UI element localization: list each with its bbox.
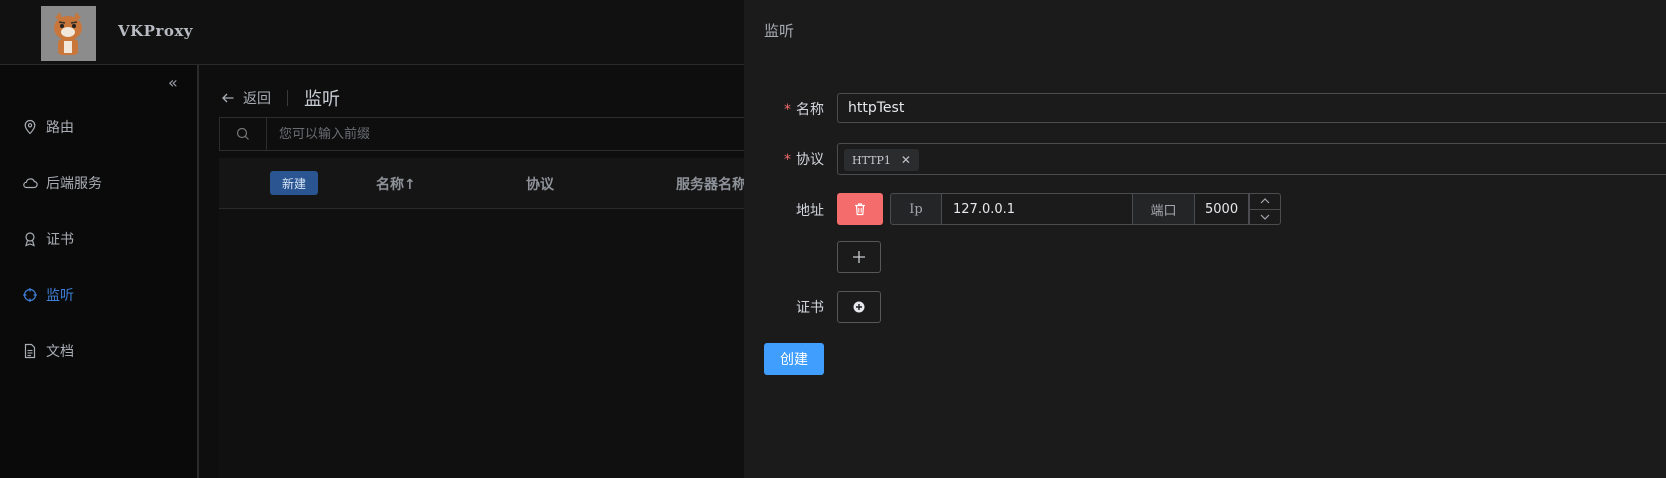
page-header: 返回 监听 xyxy=(221,85,340,111)
add-address-button[interactable] xyxy=(837,241,881,273)
address-label: 地址 xyxy=(796,203,824,219)
app-brand: VKProxy xyxy=(118,22,194,40)
sidebar-item-label: 路由 xyxy=(46,120,74,136)
search-input[interactable] xyxy=(277,125,731,143)
column-header-name[interactable]: 名称↑ xyxy=(376,174,416,194)
protocol-select[interactable]: HTTP1 ✕ xyxy=(837,143,1666,175)
arrow-left-icon xyxy=(222,93,234,103)
sidebar-item-label: 证书 xyxy=(46,232,74,248)
back-link[interactable]: 返回 xyxy=(221,88,271,108)
protocol-label: * 协议 xyxy=(784,152,824,168)
address-input-group: Ip 127.0.0.1 端口 5000 xyxy=(890,193,1281,225)
required-mark: * xyxy=(784,102,791,118)
location-icon xyxy=(24,119,36,135)
port-stepper xyxy=(1249,193,1281,225)
add-certificate-button[interactable] xyxy=(837,291,881,323)
sidebar-item-label: 监听 xyxy=(46,288,74,304)
sidebar-item-listen[interactable]: 监听 xyxy=(22,283,74,307)
listener-drawer: 监听 * 名称 httpTest * 协议 HTTP1 ✕ 地址 Ip 127.0.… xyxy=(744,0,1666,478)
ip-input[interactable]: 127.0.0.1 xyxy=(942,193,1133,225)
header-divider xyxy=(287,90,288,106)
certificate-icon xyxy=(25,232,35,247)
table-body xyxy=(219,209,779,478)
app-logo xyxy=(41,6,96,61)
search-bar xyxy=(219,117,781,151)
sidebar-item-route[interactable]: 路由 xyxy=(22,115,74,139)
sidebar: « 路由 后端服务 证书 监听 文档 xyxy=(0,65,199,478)
sidebar-item-label: 后端服务 xyxy=(46,176,102,192)
sidebar-item-label: 文档 xyxy=(46,344,74,360)
port-addon: 端口 xyxy=(1133,193,1195,225)
delete-address-button[interactable] xyxy=(837,193,883,225)
drawer-title: 监听 xyxy=(764,22,795,40)
name-label: * 名称 xyxy=(784,102,824,118)
sidebar-item-docs[interactable]: 文档 xyxy=(22,339,74,363)
cloud-icon xyxy=(23,178,38,189)
increase-port-icon[interactable] xyxy=(1250,194,1280,210)
sidebar-item-certificate[interactable]: 证书 xyxy=(22,227,74,251)
circle-plus-icon xyxy=(853,301,865,313)
trash-icon xyxy=(855,203,865,216)
cert-label: 证书 xyxy=(796,300,824,316)
protocol-tag: HTTP1 ✕ xyxy=(844,149,919,171)
remove-tag-icon[interactable]: ✕ xyxy=(901,153,911,167)
required-mark: * xyxy=(784,152,791,168)
plus-icon xyxy=(853,251,865,263)
table-header: 新建 名称↑ 协议 服务器名称 xyxy=(219,158,779,209)
column-header-protocol: 协议 xyxy=(526,177,554,193)
collapse-sidebar-icon[interactable]: « xyxy=(168,73,178,92)
column-header-server-name: 服务器名称 xyxy=(676,177,746,193)
search-icon[interactable] xyxy=(220,118,267,150)
document-icon xyxy=(24,343,36,359)
sidebar-item-backend[interactable]: 后端服务 xyxy=(22,171,102,195)
back-label: 返回 xyxy=(243,91,271,107)
decrease-port-icon[interactable] xyxy=(1250,210,1280,225)
new-button[interactable]: 新建 xyxy=(270,171,318,195)
page-title: 监听 xyxy=(304,89,340,110)
create-button[interactable]: 创建 xyxy=(764,343,824,375)
ip-addon: Ip xyxy=(890,193,942,225)
port-input[interactable]: 5000 xyxy=(1195,193,1249,225)
name-input[interactable]: httpTest xyxy=(837,93,1666,123)
aim-icon xyxy=(23,288,37,302)
